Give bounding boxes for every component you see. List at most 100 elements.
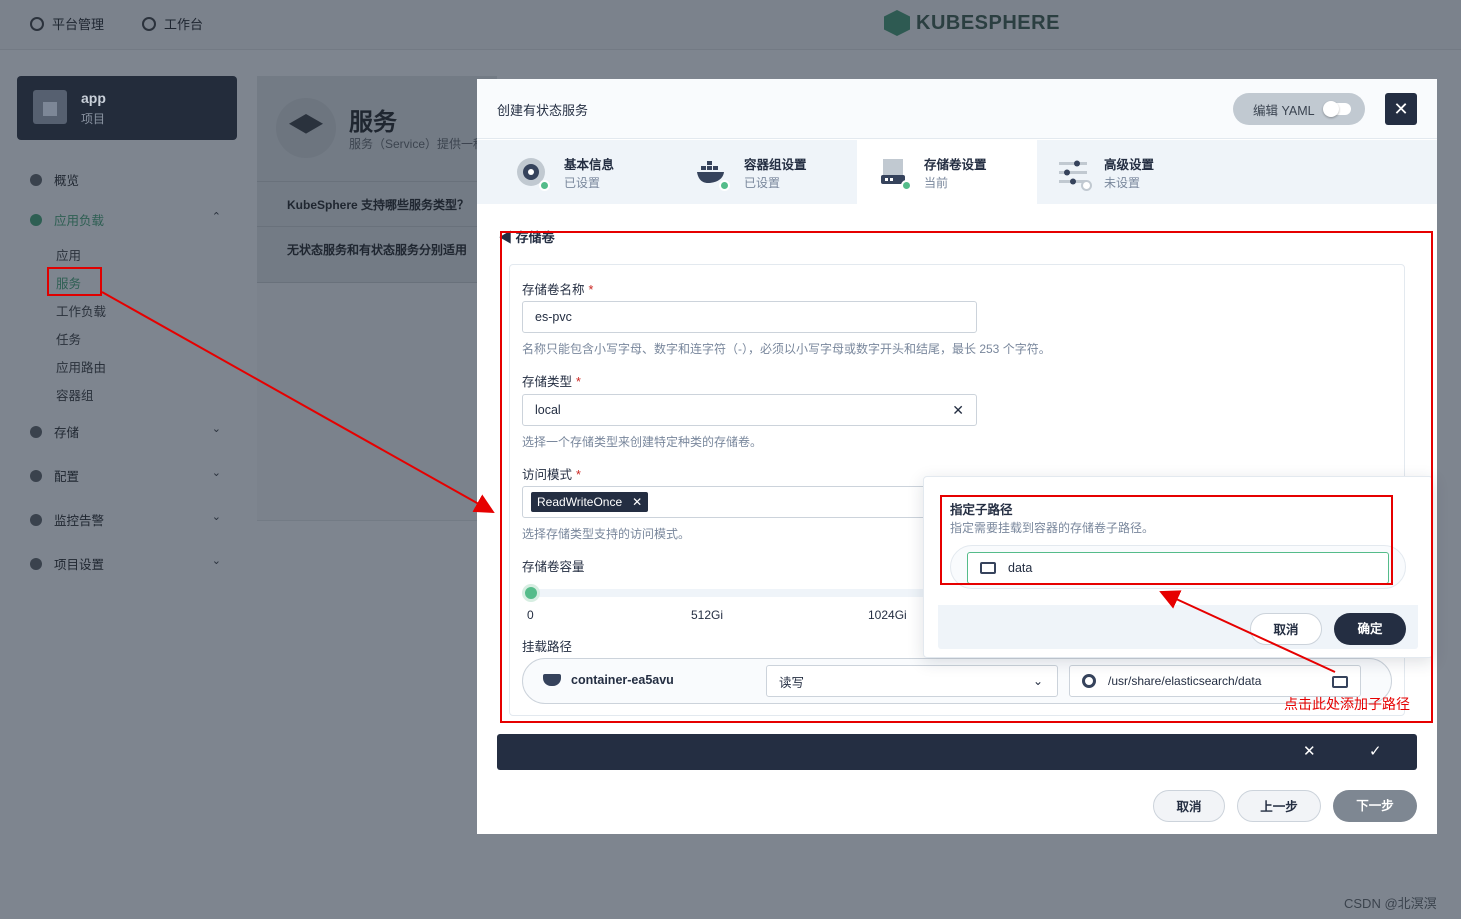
container-name: container-ea5avu [571, 673, 674, 687]
docker-icon [543, 674, 561, 686]
step-pod-settings[interactable]: 容器组设置 已设置 [657, 140, 837, 204]
nav-workbench[interactable]: 工作台 [142, 14, 203, 33]
step-state: 未设置 [1104, 176, 1141, 190]
gear-icon [30, 557, 42, 570]
modal-title: 创建有状态服务 [497, 103, 589, 118]
faq-item[interactable]: KubeSphere 支持哪些服务类型？ [257, 181, 497, 226]
sidebar-sub-pods[interactable]: 容器组 [56, 385, 94, 404]
watermark: CSDN @北溟溟 [1344, 896, 1437, 911]
mount-mode-select[interactable]: 读写 ⌄ [766, 665, 1058, 697]
cancel-edit-icon[interactable]: ✕ [1303, 742, 1316, 760]
sidebar-config-label: 配置 [54, 470, 80, 484]
chevron-down-icon: ⌄ [211, 511, 221, 523]
workbench-icon [142, 16, 156, 31]
capacity-tick: 1024Gi [868, 608, 907, 622]
project-type: 项目 [81, 112, 106, 126]
edit-yaml-label: 编辑 YAML [1253, 103, 1315, 118]
mount-mode-value: 读写 [779, 675, 805, 690]
subpath-input[interactable]: data [967, 552, 1389, 584]
sidebar-item-monitoring[interactable]: 监控告警 ⌄ [30, 510, 225, 529]
volume-edit-bar: ✕ ✓ [497, 734, 1417, 770]
wizard-steps: 基本信息 已设置 容器组设置 已设置 存储卷设置 当前 高级设置 未设置 [477, 140, 1437, 204]
cancel-button[interactable]: 取消 [1153, 790, 1225, 822]
caret-left-icon: ◀ [499, 230, 516, 245]
step-name: 高级设置 [1104, 158, 1155, 172]
project-name: app [81, 90, 106, 106]
step-state: 当前 [924, 176, 949, 190]
toggle-switch-icon [1322, 101, 1351, 117]
page-title: 服务 [349, 109, 397, 136]
sidebar-workloads-label: 应用负载 [54, 214, 105, 228]
capacity-slider-handle[interactable] [522, 584, 540, 602]
volume-name-label: 存储卷名称 * [522, 283, 594, 297]
sidebar-item-workloads[interactable]: 应用负载 ⌃ [30, 210, 225, 229]
step-basic-info[interactable]: 基本信息 已设置 [477, 140, 657, 204]
mount-container: container-ea5avu [543, 673, 674, 687]
faq-label: 无状态服务和有状态服务分别适用 [287, 243, 468, 257]
mount-path-label: 挂载路径 [522, 640, 573, 654]
storage-class-value: local [535, 403, 561, 417]
sidebar-storage-label: 存储 [54, 426, 80, 440]
subpath-value: data [1008, 561, 1033, 575]
volume-name-input[interactable]: es-pvc [522, 301, 977, 333]
previous-button[interactable]: 上一步 [1237, 790, 1321, 822]
sidebar-overview-label: 概览 [54, 174, 80, 188]
sidebar-item-overview[interactable]: 概览 [30, 170, 225, 189]
sidebar-item-project-settings[interactable]: 项目设置 ⌄ [30, 554, 225, 573]
capacity-slider[interactable] [522, 589, 942, 597]
faq-item[interactable]: 无状态服务和有状态服务分别适用 [257, 226, 497, 271]
subpath-popover: 指定子路径 指定需要挂载到容器的存储卷子路径。 data 取消 确定 [923, 476, 1433, 658]
access-mode-tag[interactable]: ReadWriteOnce ✕ [531, 492, 649, 512]
clear-icon[interactable]: ✕ [952, 402, 964, 419]
popover-cancel-button[interactable]: 取消 [1250, 613, 1322, 645]
close-icon: ✕ [1393, 99, 1409, 119]
step-done-dot [539, 180, 550, 191]
project-icon [33, 90, 67, 124]
step-name: 容器组设置 [744, 158, 807, 172]
storage-class-select[interactable]: local ✕ [522, 394, 977, 426]
service-icon [276, 98, 336, 158]
annotation-text: 点击此处添加子路径 [1284, 696, 1410, 712]
access-mode-label: 访问模式 * [522, 468, 581, 482]
sidebar-sub-ingresses[interactable]: 应用路由 [56, 357, 106, 376]
step-name: 基本信息 [564, 158, 615, 172]
step-volume-settings[interactable]: 存储卷设置 当前 [857, 140, 1037, 204]
layers-icon [30, 213, 42, 226]
page-description: 服务（Service）提供一种 [349, 137, 479, 151]
storage-class-hint: 选择一个存储类型来创建特定种类的存储卷。 [522, 435, 763, 449]
section-title[interactable]: ◀ 存储卷 [499, 227, 555, 246]
sidebar-item-storage[interactable]: 存储 ⌄ [30, 422, 225, 441]
edit-yaml-toggle[interactable]: 编辑 YAML [1233, 93, 1365, 125]
sidebar-item-config[interactable]: 配置 ⌄ [30, 466, 225, 485]
nav-platform-label: 平台管理 [52, 17, 105, 32]
subpath-icon[interactable] [1332, 676, 1348, 688]
access-mode-select[interactable]: ReadWriteOnce ✕ [522, 486, 977, 518]
project-card[interactable]: app 项目 [17, 76, 237, 140]
brand-logo[interactable]: KUBESPHERE [884, 10, 1060, 36]
capacity-label: 存储卷容量 [522, 560, 585, 574]
mount-path-input[interactable]: /usr/share/elasticsearch/data [1069, 665, 1361, 697]
mount-row: container-ea5avu 读写 ⌄ /usr/share/elastic… [522, 658, 1392, 704]
next-button[interactable]: 下一步 [1333, 790, 1417, 822]
close-button[interactable]: ✕ [1385, 93, 1417, 125]
capacity-tick: 512Gi [691, 608, 724, 622]
chevron-down-icon: ⌄ [211, 467, 221, 479]
step-state: 已设置 [564, 176, 601, 190]
sidebar-sub-apps[interactable]: 应用 [56, 245, 81, 264]
wrench-icon [30, 469, 42, 482]
popover-title: 指定子路径 [950, 503, 1013, 517]
subpath-icon [980, 562, 996, 574]
step-advanced-settings[interactable]: 高级设置 未设置 [1037, 140, 1217, 204]
remove-tag-icon[interactable]: ✕ [632, 495, 642, 509]
nav-platform[interactable]: 平台管理 [30, 14, 104, 33]
popover-confirm-button[interactable]: 确定 [1334, 613, 1406, 645]
sidebar-sub-workloads[interactable]: 工作负载 [56, 301, 106, 320]
confirm-edit-icon[interactable]: ✓ [1369, 742, 1382, 760]
popover-description: 指定需要挂载到容器的存储卷子路径。 [950, 521, 1155, 535]
sidebar-sub-jobs[interactable]: 任务 [56, 329, 81, 348]
step-current-dot [901, 180, 912, 191]
create-statefulset-modal: 创建有状态服务 编辑 YAML ✕ 基本信息 已设置 容器组设置 已设置 存储卷… [477, 79, 1437, 834]
background-list-panel [257, 282, 497, 520]
section-title-label: 存储卷 [515, 230, 555, 245]
step-done-dot [719, 180, 730, 191]
